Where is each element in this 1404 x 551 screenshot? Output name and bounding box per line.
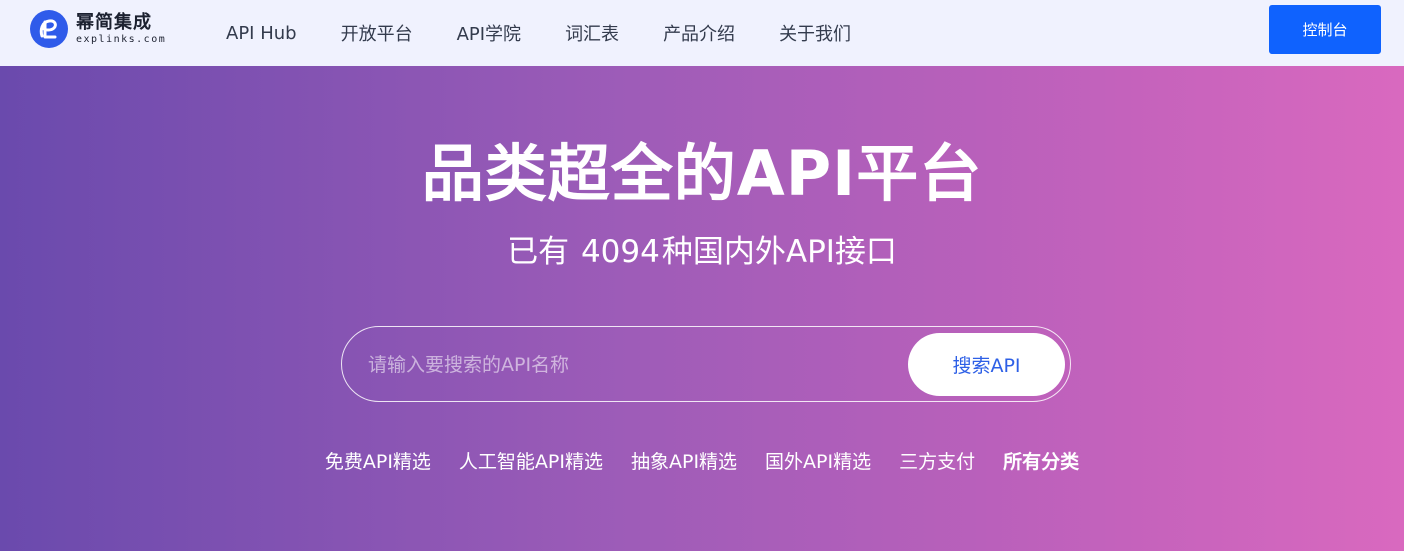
search-input[interactable] [368,347,888,383]
hero-subtitle: 已有 4094种国内外API接口 [0,230,1404,274]
category-foreign-api[interactable]: 国外API精选 [765,446,871,478]
logo-text: 幂简集成 explinks.com [76,12,166,46]
search-button[interactable]: 搜索API [908,333,1065,396]
logo-name: 幂简集成 [76,12,152,33]
nav-item-api-hub[interactable]: API Hub [226,23,297,44]
category-all[interactable]: 所有分类 [1003,446,1079,478]
nav-links: API Hub 开放平台 API学院 词汇表 产品介绍 关于我们 [226,0,895,66]
hero-subtitle-suffix: 种国内外API接口 [661,234,897,270]
logo-e-icon [30,10,68,48]
hero-subtitle-prefix: 已有 [507,234,570,270]
logo[interactable]: 幂简集成 explinks.com [30,10,166,48]
category-ai-api[interactable]: 人工智能API精选 [459,446,603,478]
search-bar: 搜索API [341,326,1071,402]
nav-item-open-platform[interactable]: 开放平台 [341,20,413,46]
category-free-api[interactable]: 免费API精选 [325,446,431,478]
logo-domain: explinks.com [76,34,167,45]
hero-banner: 品类超全的API平台 已有 4094种国内外API接口 搜索API 免费API精… [0,66,1404,551]
category-links: 免费API精选 人工智能API精选 抽象API精选 国外API精选 三方支付 所… [0,446,1404,478]
nav-item-glossary[interactable]: 词汇表 [565,20,619,46]
category-third-party-payment[interactable]: 三方支付 [899,446,975,478]
hero-title: 品类超全的API平台 [421,137,983,210]
category-abstract-api[interactable]: 抽象API精选 [631,446,737,478]
console-button[interactable]: 控制台 [1269,5,1381,54]
top-navbar: 幂简集成 explinks.com API Hub 开放平台 API学院 词汇表… [0,0,1404,66]
nav-item-api-academy[interactable]: API学院 [457,20,521,46]
nav-item-products[interactable]: 产品介绍 [663,20,735,46]
nav-item-about-us[interactable]: 关于我们 [779,20,851,46]
api-count: 4094 [580,234,660,270]
